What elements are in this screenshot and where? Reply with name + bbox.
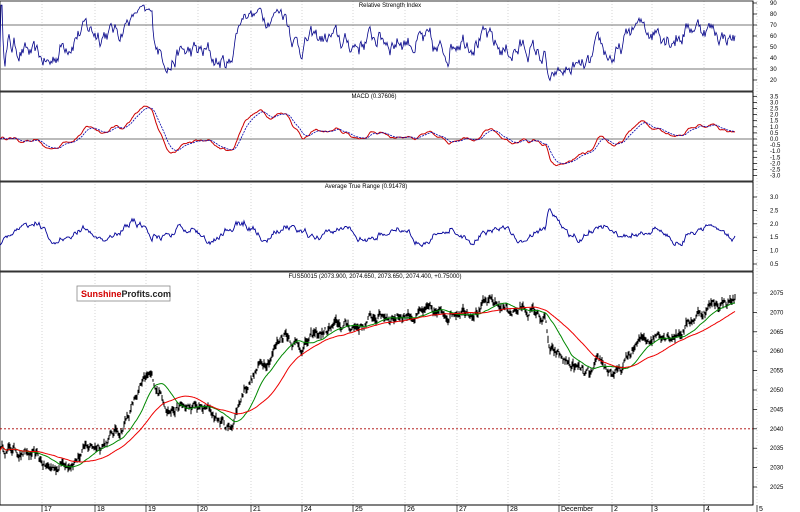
x-tick-label: 25: [355, 506, 363, 512]
y-tick-label: 20: [770, 78, 777, 84]
y-tick-label: 30: [770, 67, 777, 73]
y-tick-label: 2.5: [770, 208, 779, 214]
y-tick-label: 60: [770, 34, 777, 40]
x-tick-label: 5: [759, 506, 763, 512]
logo-part2: Profits.com: [122, 289, 172, 299]
y-tick-label: 2065: [770, 330, 784, 336]
x-tick-label: 3: [654, 506, 658, 512]
y-tick-label: 3.5: [770, 94, 779, 100]
y-tick-label: -1.0: [770, 149, 781, 155]
x-tick-label: 18: [97, 506, 105, 512]
x-tick-label: 24: [304, 506, 312, 512]
x-tick-label: 28: [510, 506, 518, 512]
price-series: [0, 294, 736, 476]
panels: 20304050607080903.53.02.52.01.51.00.50.0…: [0, 0, 784, 512]
rsi-title: Relative Strength Index: [359, 3, 421, 9]
chart: 20304050607080903.53.02.52.01.51.00.50.0…: [0, 0, 784, 512]
y-tick-label: 3.0: [770, 100, 779, 106]
y-tick-label: 3.0: [770, 195, 779, 201]
macd-title: MACD (0.37606): [351, 94, 396, 100]
atr-title: Average True Range (0.91478): [325, 184, 408, 190]
x-tick-label: 2: [614, 506, 618, 512]
x-tick-label: 20: [200, 506, 208, 512]
y-tick-label: 50: [770, 45, 777, 51]
logo-part1: Sunshine: [81, 289, 122, 299]
y-tick-label: 2055: [770, 369, 784, 375]
panel-frame: [0, 91, 754, 182]
svg-text:SunshineProfits.com: SunshineProfits.com: [81, 289, 171, 299]
y-tick-label: -0.5: [770, 143, 781, 149]
grid: [41, 1, 758, 505]
y-tick-label: 1.5: [770, 119, 779, 125]
slow-ma-line: [0, 306, 736, 463]
x-tick-label: 19: [148, 506, 156, 512]
y-tick-label: 0.0: [770, 137, 779, 143]
y-tick-label: 80: [770, 12, 777, 18]
panel-frame: [0, 181, 754, 272]
y-tick-label: 2050: [770, 388, 784, 394]
y-tick-label: 2070: [770, 310, 784, 316]
y-tick-label: -2.5: [770, 168, 781, 174]
macd-line: [0, 105, 736, 167]
y-tick-label: 1.5: [770, 235, 779, 241]
y-tick-label: 1.0: [770, 249, 779, 255]
y-tick-label: 2035: [770, 446, 784, 452]
x-tick-label: 27: [459, 506, 467, 512]
y-tick-label: 90: [770, 1, 777, 7]
x-tick-label: 26: [407, 506, 415, 512]
y-tick-label: 2045: [770, 407, 784, 413]
y-tick-label: 2040: [770, 427, 784, 433]
x-tick-label: December: [561, 506, 594, 512]
y-tick-label: 2030: [770, 466, 784, 472]
y-tick-label: 2025: [770, 485, 784, 491]
y-tick-label: 40: [770, 56, 777, 62]
y-tick-label: 2.0: [770, 222, 779, 228]
y-tick-label: 1.0: [770, 125, 779, 131]
y-tick-label: 2060: [770, 349, 784, 355]
y-tick-label: -1.5: [770, 155, 781, 161]
x-tick-label: 21: [253, 506, 261, 512]
y-tick-label: -3.0: [770, 174, 781, 180]
y-tick-label: 2075: [770, 291, 784, 297]
y-tick-label: 2.0: [770, 113, 779, 119]
panel-frame: [0, 271, 754, 506]
y-tick-label: 0.5: [770, 131, 779, 137]
y-tick-label: 70: [770, 23, 777, 29]
atr-line: [0, 208, 736, 248]
price-title: FUS50015 (2073.900, 2074.650, 2073.650, …: [289, 274, 462, 280]
y-tick-label: 0.5: [770, 262, 779, 268]
logo: SunshineProfits.com: [76, 285, 171, 302]
y-tick-label: -2.0: [770, 161, 781, 167]
x-tick-label: 4: [706, 506, 710, 512]
x-tick-label: 17: [44, 506, 52, 512]
y-tick-label: 2.5: [770, 107, 779, 113]
